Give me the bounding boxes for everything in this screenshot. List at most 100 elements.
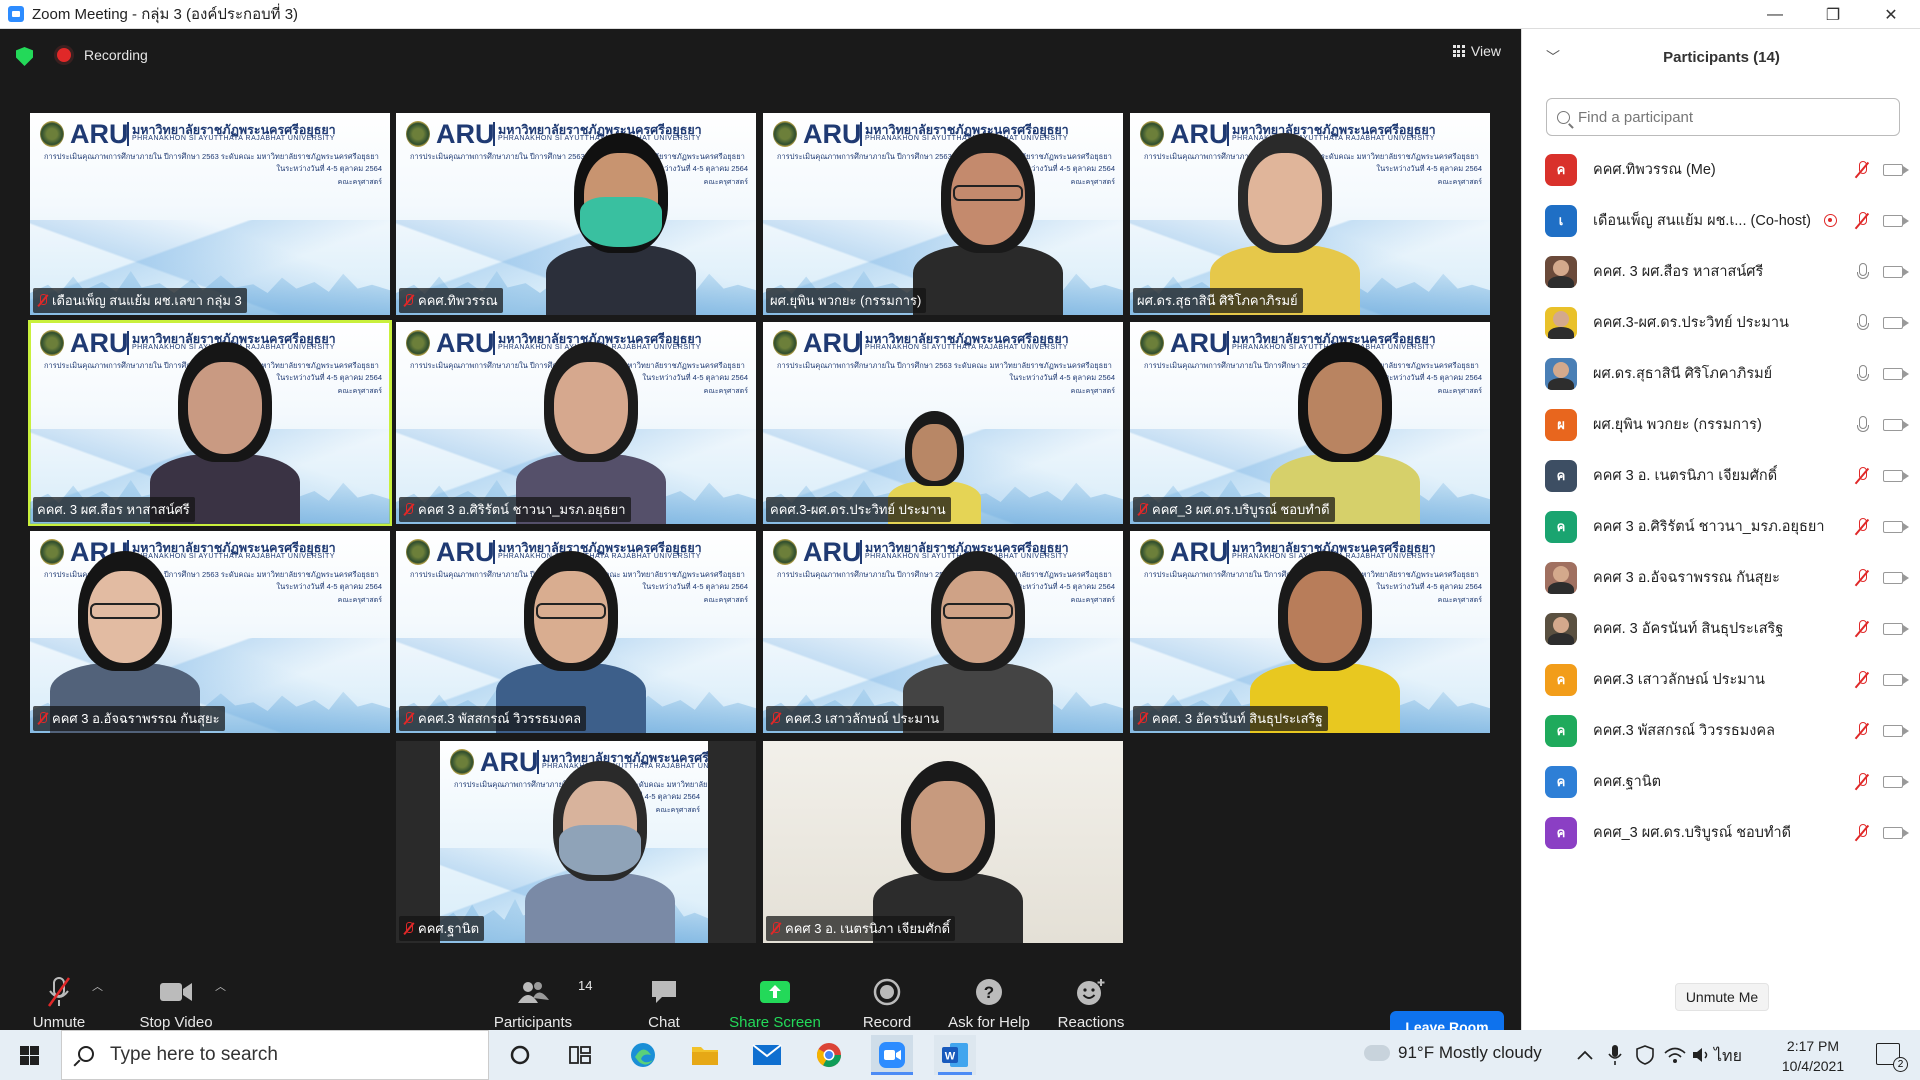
video-camera-icon[interactable] — [1883, 622, 1909, 635]
participant-row[interactable]: คคศ. 3 อัครนันท์ สินธุประเสริฐ — [1522, 603, 1920, 654]
video-camera-icon[interactable] — [1883, 367, 1909, 380]
minimize-button[interactable]: — — [1746, 0, 1804, 29]
participant-avatar: ค — [1545, 765, 1577, 798]
video-tile[interactable]: คคศ 3 อ. เนตรนิภา เจียมศักดิ์ — [763, 741, 1123, 943]
video-tile[interactable]: ARUมหาวิทยาลัยราชภัฏพระนครศรีอยุธยาPHRAN… — [396, 113, 756, 315]
participant-row[interactable]: ค คคศ 3 อ. เนตรนิภา เจียมศักดิ์ — [1522, 450, 1920, 501]
muted-mic-icon[interactable] — [1855, 517, 1869, 536]
mail-icon[interactable] — [752, 1040, 782, 1070]
video-camera-icon[interactable] — [1883, 826, 1909, 839]
video-tile[interactable]: ARUมหาวิทยาลัยราชภัฏพระนครศรีอยุธยาPHRAN… — [396, 741, 756, 943]
close-button[interactable]: ✕ — [1862, 0, 1920, 29]
video-tile[interactable]: ARUมหาวิทยาลัยราชภัฏพระนครศรีอยุธยาPHRAN… — [396, 531, 756, 733]
taskbar-search-box[interactable]: Type here to search — [61, 1030, 489, 1080]
video-camera-icon[interactable] — [1883, 163, 1909, 176]
muted-mic-icon[interactable] — [1855, 772, 1869, 791]
wifi-icon[interactable] — [1664, 1040, 1686, 1070]
ask-for-help-button[interactable]: ? Ask for Help — [946, 974, 1032, 1031]
edge-browser-icon[interactable] — [628, 1040, 658, 1070]
video-camera-icon[interactable] — [1883, 469, 1909, 482]
participant-row[interactable]: ผ ผศ.ยุพิน พวกยะ (กรรมการ) — [1522, 399, 1920, 450]
word-taskbar-icon[interactable]: W — [934, 1035, 976, 1075]
muted-mic-icon[interactable] — [1855, 466, 1869, 485]
windows-start-icon[interactable] — [20, 1046, 39, 1065]
muted-mic-icon[interactable] — [1855, 211, 1869, 230]
collapse-panel-chevron-icon[interactable]: ﹀ — [1546, 47, 1560, 67]
show-hidden-icons-chevron-icon[interactable] — [1575, 1040, 1595, 1070]
task-view-icon[interactable] — [565, 1040, 595, 1070]
banner-divider — [127, 331, 129, 355]
encryption-shield-icon[interactable] — [16, 47, 33, 66]
video-camera-icon[interactable] — [1883, 214, 1909, 227]
participant-row[interactable]: คคศ.3-ผศ.ดร.ประวิทย์ ประมาน — [1522, 297, 1920, 348]
video-camera-icon[interactable] — [1883, 724, 1909, 737]
participants-button[interactable]: 14 Participants — [492, 974, 593, 1031]
unmute-me-button[interactable]: Unmute Me — [1675, 983, 1769, 1011]
participant-row[interactable]: ค คคศ.ทิพวรรณ (Me) — [1522, 144, 1920, 195]
video-tile[interactable]: ARUมหาวิทยาลัยราชภัฏพระนครศรีอยุธยาPHRAN… — [1130, 113, 1490, 315]
weather-widget[interactable]: 91°F Mostly cloudy — [1361, 1039, 1542, 1063]
banner-aru: ARU — [803, 119, 862, 149]
participant-row[interactable]: เ เดือนเพ็ญ สนแย้ม ผช.เ... (Co-host) — [1522, 195, 1920, 246]
video-tile[interactable]: ARUมหาวิทยาลัยราชภัฏพระนครศรีอยุธยาPHRAN… — [763, 531, 1123, 733]
video-options-caret-icon[interactable]: ︿ — [215, 978, 226, 994]
chat-button[interactable]: Chat — [644, 974, 684, 1031]
security-tray-icon[interactable] — [1635, 1040, 1655, 1070]
video-camera-icon[interactable] — [1883, 775, 1909, 788]
participant-row[interactable]: ค คคศ.3 พัสสกรณ์ วิวรรธมงคล — [1522, 705, 1920, 756]
find-participant-input[interactable]: Find a participant — [1546, 98, 1900, 136]
microphone-icon[interactable] — [1855, 364, 1869, 383]
participant-row[interactable]: ค คคศ 3 อ.ศิริรัตน์ ชาวนา_มรภ.อยุธยา — [1522, 501, 1920, 552]
microphone-tray-icon[interactable] — [1605, 1040, 1625, 1070]
participant-row[interactable]: ค คคศ_3 ผศ.ดร.บริบูรณ์ ชอบทำดี — [1522, 807, 1920, 858]
notifications-icon[interactable]: 2 — [1876, 1043, 1908, 1072]
share-screen-button[interactable]: Share Screen — [729, 974, 821, 1031]
taskbar-clock[interactable]: 2:17 PM 10/4/2021 — [1763, 1036, 1863, 1076]
stop-video-button[interactable]: Stop Video — [134, 974, 218, 1031]
chrome-browser-icon[interactable] — [814, 1040, 844, 1070]
muted-mic-icon[interactable] — [1855, 823, 1869, 842]
muted-mic-icon[interactable] — [1855, 670, 1869, 689]
video-tile[interactable]: ARUมหาวิทยาลัยราชภัฏพระนครศรีอยุธยาPHRAN… — [30, 531, 390, 733]
banner-line1: การประเมินคุณภาพการศึกษาภายใน ปีการศึกษา… — [777, 361, 1112, 370]
video-camera-icon[interactable] — [1883, 316, 1909, 329]
file-explorer-icon[interactable] — [690, 1040, 720, 1070]
cortana-circle-icon[interactable] — [505, 1040, 535, 1070]
input-language-indicator[interactable]: ไทย — [1714, 1044, 1742, 1069]
video-tile[interactable]: ARUมหาวิทยาลัยราชภัฏพระนครศรีอยุธยาPHRAN… — [1130, 322, 1490, 524]
reactions-button[interactable]: Reactions — [1057, 974, 1125, 1031]
audio-options-caret-icon[interactable]: ︿ — [92, 978, 103, 994]
video-camera-icon[interactable] — [1883, 673, 1909, 686]
microphone-icon[interactable] — [1855, 262, 1869, 281]
video-camera-icon[interactable] — [1883, 571, 1909, 584]
video-tile[interactable]: ARUมหาวิทยาลัยราชภัฏพระนครศรีอยุธยาPHRAN… — [28, 320, 392, 526]
video-tile[interactable]: ARUมหาวิทยาลัยราชภัฏพระนครศรีอยุธยาPHRAN… — [1130, 531, 1490, 733]
participant-row[interactable]: ค คคศ.ฐานิต — [1522, 756, 1920, 807]
video-camera-icon[interactable] — [1883, 418, 1909, 431]
unmute-button[interactable]: Unmute — [26, 974, 92, 1031]
restore-button[interactable]: ❐ — [1804, 0, 1862, 29]
microphone-icon[interactable] — [1855, 313, 1869, 332]
view-button[interactable]: View — [1452, 43, 1501, 59]
video-camera-icon[interactable] — [1883, 265, 1909, 278]
participant-row[interactable]: คคศ 3 อ.อัจฉราพรรณ กันสุยะ — [1522, 552, 1920, 603]
video-camera-icon[interactable] — [1883, 520, 1909, 533]
video-tile[interactable]: ARUมหาวิทยาลัยราชภัฏพระนครศรีอยุธยาPHRAN… — [763, 113, 1123, 315]
participant-name-tag: คคศ 3 อ. เนตรนิภา เจียมศักดิ์ — [766, 916, 956, 941]
muted-mic-icon[interactable] — [1855, 721, 1869, 740]
participant-row[interactable]: ผศ.ดร.สุธาสินี ศิริโภคาภิรมย์ — [1522, 348, 1920, 399]
video-tile[interactable]: ARUมหาวิทยาลัยราชภัฏพระนครศรีอยุธยาPHRAN… — [396, 322, 756, 524]
muted-mic-icon[interactable] — [1855, 568, 1869, 587]
volume-icon[interactable] — [1692, 1040, 1712, 1070]
microphone-icon[interactable] — [1855, 415, 1869, 434]
participant-avatar: ค — [1545, 816, 1577, 849]
record-button[interactable]: Record — [862, 974, 912, 1031]
participant-row[interactable]: คคศ. 3 ผศ.สือร หาสาสน์ศรี — [1522, 246, 1920, 297]
avatar-photo-body — [1548, 632, 1574, 645]
zoom-taskbar-icon[interactable] — [871, 1035, 913, 1075]
muted-mic-icon[interactable] — [1855, 160, 1869, 179]
video-tile[interactable]: ARUมหาวิทยาลัยราชภัฏพระนครศรีอยุธยาPHRAN… — [763, 322, 1123, 524]
video-tile[interactable]: ARUมหาวิทยาลัยราชภัฏพระนครศรีอยุธยาPHRAN… — [30, 113, 390, 315]
muted-mic-icon[interactable] — [1855, 619, 1869, 638]
participant-row[interactable]: ค คคศ.3 เสาวลักษณ์ ประมาน — [1522, 654, 1920, 705]
